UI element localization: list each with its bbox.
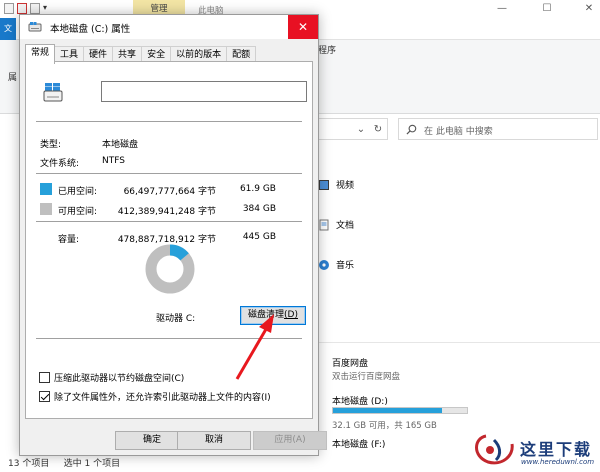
disk-cleanup-label: 磁盘清理	[248, 310, 285, 320]
maximize-icon[interactable]: ☐	[540, 2, 554, 16]
section-divider	[318, 342, 600, 343]
capacity-gb: 445 GB	[242, 232, 276, 242]
watermark-text: 这里下载	[520, 440, 593, 459]
separator	[36, 221, 302, 222]
folder-label: 文档	[336, 221, 355, 231]
windows-drive-icon	[43, 83, 63, 102]
drive-free-text: 32.1 GB 可用，共 165 GB	[332, 421, 437, 431]
compress-option[interactable]: 压缩此驱动器以节约磁盘空间(C)	[39, 371, 184, 384]
properties-qat-icon[interactable]	[4, 3, 14, 14]
folder-label: 音乐	[336, 261, 355, 271]
dialog-titlebar[interactable]: 本地磁盘 (C:) 属性 ✕	[20, 15, 318, 39]
folder-item-videos[interactable]: 视频	[318, 178, 354, 191]
drive-subtitle: 双击运行百度网盘	[332, 372, 401, 382]
close-icon[interactable]: ✕	[288, 15, 318, 39]
type-value: 本地磁盘	[102, 140, 139, 150]
filesystem-value: NTFS	[102, 156, 125, 166]
ribbon-fragment-left-label[interactable]: 属	[8, 70, 17, 83]
tab-general[interactable]: 常规	[25, 44, 56, 64]
type-label: 类型:	[40, 140, 62, 150]
free-space-bytes: 412,389,941,248 字节	[117, 207, 216, 217]
separator	[36, 121, 302, 122]
drive-name-input[interactable]	[101, 81, 307, 102]
disk-cleanup-button[interactable]: 磁盘清理(D)	[240, 306, 306, 325]
used-space-gb: 61.9 GB	[239, 184, 276, 194]
status-bar: 13 个项目 选中 1 个项目	[8, 456, 120, 469]
search-placeholder: 在 此电脑 中搜索	[424, 127, 493, 137]
status-item-count: 13 个项目	[8, 459, 50, 469]
disk-cleanup-accesskey: (D)	[284, 310, 298, 320]
minimize-icon[interactable]: —	[495, 2, 509, 16]
dialog-title: 本地磁盘 (C:) 属性	[50, 24, 131, 35]
music-folder-icon	[319, 259, 329, 270]
ribbon-fragment-label[interactable]: 程序	[318, 43, 336, 56]
index-label: 除了文件属性外，还允许索引此驱动器上文件的内容(I)	[54, 393, 271, 403]
properties-dialog: 本地磁盘 (C:) 属性 ✕ 常规 工具 硬件 共享 安全 以前的版本 配额 类…	[19, 14, 327, 456]
drive-name: 百度网盘	[332, 359, 369, 369]
drive-letter-label: 驱动器 C:	[156, 314, 196, 324]
capacity-label: 容量:	[58, 235, 80, 245]
filesystem-label: 文件系统:	[40, 159, 80, 169]
disk-usage-donut	[145, 244, 195, 294]
used-space-swatch	[40, 183, 52, 195]
search-icon	[406, 124, 417, 135]
close-icon[interactable]: ✕	[582, 2, 596, 16]
index-option[interactable]: 除了文件属性外，还允许索引此驱动器上文件的内容(I)	[39, 390, 271, 403]
document-folder-icon	[319, 219, 329, 230]
general-tab-panel: 类型: 本地磁盘 文件系统: NTFS 已用空间: 66,497,777,664…	[25, 61, 313, 419]
separator	[36, 338, 302, 339]
separator	[36, 173, 302, 174]
compress-checkbox[interactable]	[39, 372, 50, 383]
cancel-button[interactable]: 取消	[177, 431, 251, 450]
new-folder-qat-icon[interactable]	[30, 3, 40, 14]
drive-icon	[28, 22, 42, 32]
used-space-bytes: 66,497,777,664 字节	[123, 187, 216, 197]
status-selected-count: 选中 1 个项目	[63, 459, 121, 469]
checkmark-qat-icon[interactable]	[17, 3, 27, 14]
drive-name: 本地磁盘 (F:)	[332, 440, 386, 450]
index-checkbox[interactable]	[39, 391, 50, 402]
refresh-icon[interactable]: ↻	[371, 123, 385, 137]
compress-label: 压缩此驱动器以节约磁盘空间(C)	[54, 374, 185, 384]
folder-label: 视频	[336, 181, 355, 191]
drive-usage-fill	[333, 408, 442, 413]
apply-button[interactable]: 应用(A)	[253, 431, 327, 450]
watermark-url: www.hereduwnl.com	[521, 458, 595, 466]
dialog-tabs: 常规 工具 硬件 共享 安全 以前的版本 配额	[25, 44, 257, 64]
ribbon-tab-file[interactable]: 文	[0, 18, 16, 40]
address-bar[interactable]: ⌄ ↻	[318, 118, 388, 140]
free-space-label: 可用空间:	[58, 207, 98, 217]
video-folder-icon	[319, 179, 329, 190]
folder-item-music[interactable]: 音乐	[318, 258, 354, 271]
free-space-gb: 384 GB	[242, 204, 276, 214]
free-space-swatch	[40, 203, 52, 215]
qat-dropdown-icon[interactable]: ▾	[43, 3, 47, 14]
dropdown-icon[interactable]: ⌄	[354, 123, 368, 137]
folder-item-documents[interactable]: 文档	[318, 218, 354, 231]
used-space-label: 已用空间:	[58, 187, 98, 197]
search-box[interactable]: 在 此电脑 中搜索	[398, 118, 598, 140]
drive-name: 本地磁盘 (D:)	[332, 397, 388, 407]
drive-usage-bar	[332, 407, 468, 414]
quick-access-toolbar: ▾	[4, 3, 47, 14]
